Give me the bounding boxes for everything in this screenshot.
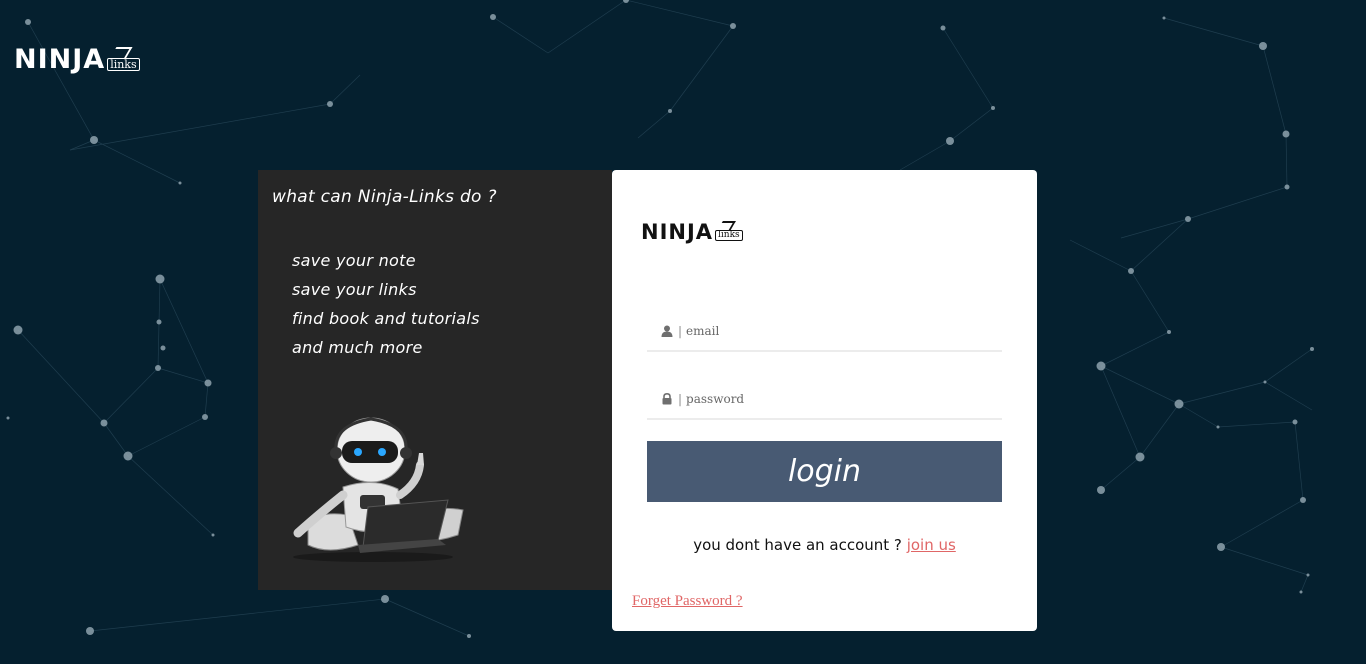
feature-item: find book and tutorials — [292, 309, 480, 328]
login-card: NINJA links | | login you dont have an a… — [612, 170, 1037, 631]
field-separator: | — [678, 324, 683, 338]
info-title: what can Ninja-Links do ? — [272, 187, 497, 207]
top-logo[interactable]: NINJA links — [14, 44, 140, 75]
email-input[interactable] — [686, 324, 1002, 338]
logo-word: NINJA — [14, 44, 106, 75]
email-field[interactable]: | — [647, 312, 1002, 352]
signup-prompt-text: you dont have an account ? — [693, 536, 902, 554]
password-input[interactable] — [686, 392, 1002, 406]
logo-links-badge: links — [107, 58, 140, 71]
signup-prompt: you dont have an account ? join us — [612, 536, 1037, 554]
password-field[interactable]: | — [647, 380, 1002, 420]
feature-list: save your note save your links find book… — [292, 246, 480, 362]
feature-item: and much more — [292, 338, 423, 357]
field-separator: | — [678, 392, 683, 406]
join-us-link[interactable]: join us — [907, 536, 956, 554]
logo-word: NINJA — [641, 220, 714, 244]
logo-links-badge: links — [715, 230, 743, 241]
feature-item: save your links — [292, 280, 417, 299]
lock-icon — [661, 393, 673, 405]
robot-illustration — [293, 417, 464, 562]
feature-item: save your note — [292, 251, 416, 270]
forgot-password-link[interactable]: Forget Password ? — [632, 593, 743, 610]
login-button[interactable]: login — [647, 441, 1002, 502]
user-icon — [661, 325, 673, 337]
info-panel: what can Ninja-Links do ? save your note… — [258, 170, 612, 590]
card-logo: NINJA links — [641, 220, 743, 244]
